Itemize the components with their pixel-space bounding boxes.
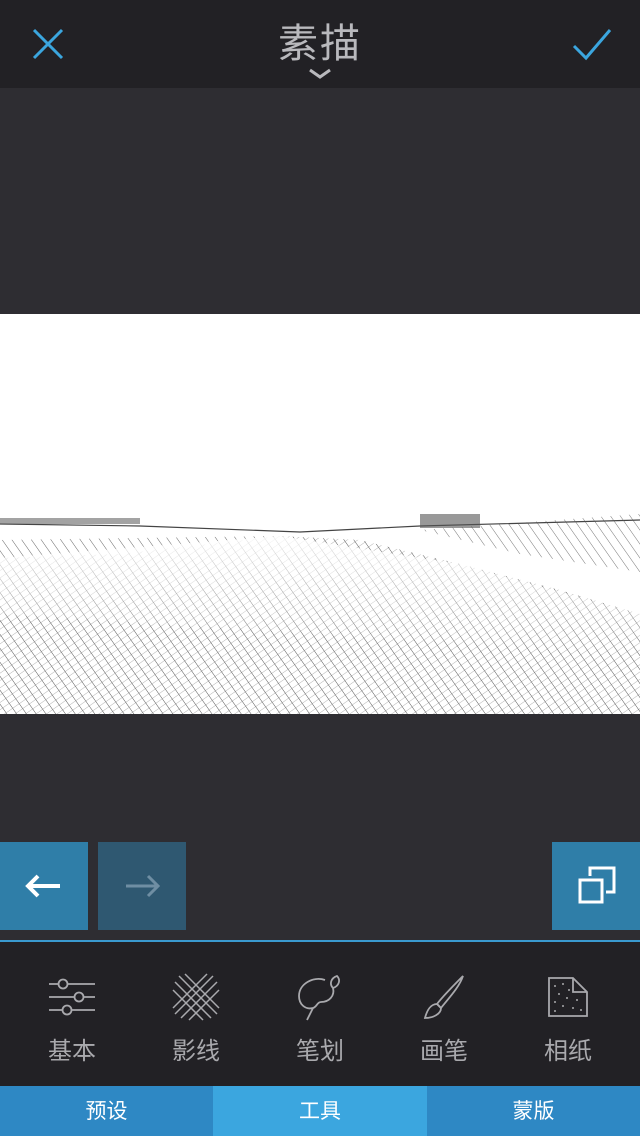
paper-texture-icon [548,977,588,1017]
top-bar: 素描 [0,0,640,88]
tool-paper[interactable]: 相纸 [506,942,630,1086]
sketch-landscape-art [0,514,640,714]
tool-brush-label: 画笔 [420,1037,468,1065]
tab-presets[interactable]: 预设 [0,1086,213,1136]
title-dropdown[interactable]: 素描 [220,18,420,84]
sliders-icon [49,978,95,1016]
chevron-down-icon [309,68,331,79]
tool-bar: 基本 影线 笔划 画笔 相纸 [0,942,640,1086]
sketch-preview-image[interactable] [0,314,640,714]
arrow-right-icon [126,874,161,898]
tool-basic-label: 基本 [48,1037,96,1065]
palette-stroke-icon [298,974,340,1021]
tab-masks[interactable]: 蒙版 [427,1086,640,1136]
checkmark-icon [572,29,612,61]
close-button[interactable] [28,24,68,64]
compare-squares-icon [578,866,616,904]
arrow-left-icon [25,874,60,898]
tool-strokes[interactable]: 笔划 [258,942,382,1086]
tool-hatching[interactable]: 影线 [134,942,258,1086]
tool-hatching-label: 影线 [172,1037,220,1065]
close-icon [32,28,64,60]
undo-button[interactable] [0,842,88,930]
bottom-tabs: 预设 工具 蒙版 [0,1086,640,1136]
tool-basic[interactable]: 基本 [10,942,134,1086]
tool-brush[interactable]: 画笔 [382,942,506,1086]
redo-button[interactable] [98,842,186,930]
compare-button[interactable] [552,842,640,930]
tool-paper-label: 相纸 [544,1037,592,1065]
page-title: 素描 [278,21,362,67]
tool-strokes-label: 笔划 [296,1037,344,1065]
tab-tools[interactable]: 工具 [213,1086,427,1136]
confirm-button[interactable] [568,22,616,66]
crosshatch-icon [172,973,220,1021]
paintbrush-icon [423,975,464,1019]
